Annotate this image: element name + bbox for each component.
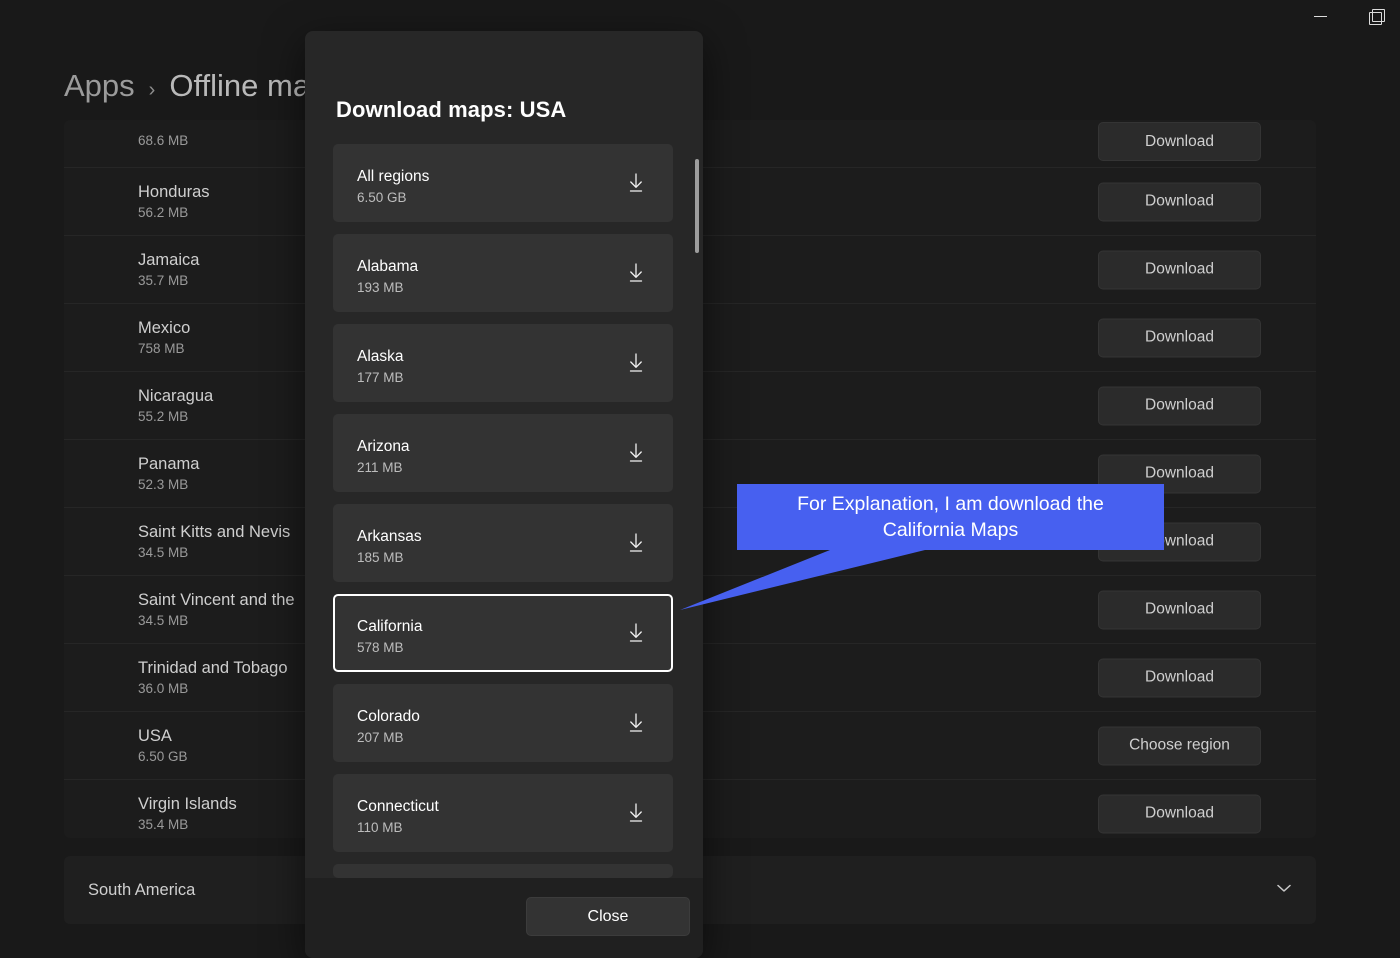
chevron-down-icon[interactable] (1274, 878, 1294, 903)
region-size-label: 6.50 GB (357, 190, 407, 205)
breadcrumb-root[interactable]: Apps (64, 68, 135, 104)
row-size-label: 55.2 MB (138, 408, 189, 424)
dialog-title: Download maps: USA (336, 97, 567, 122)
download-button[interactable]: Download (1098, 794, 1261, 833)
region-name: Alaska (357, 348, 404, 365)
region-size-label: 185 MB (357, 550, 404, 565)
restore-icon (1369, 9, 1385, 25)
download-button[interactable]: Download (1098, 386, 1261, 425)
row-size-label: 36.0 MB (138, 680, 189, 696)
download-button[interactable]: Download (1098, 318, 1261, 357)
region-size-label: 578 MB (357, 640, 404, 655)
download-button[interactable]: Download (1098, 250, 1261, 289)
minimize-button[interactable] (1297, 0, 1343, 32)
list-item[interactable]: Connecticut 110 MB (333, 774, 673, 852)
restore-button[interactable] (1353, 0, 1399, 32)
region-name: Colorado (357, 708, 420, 725)
download-icon[interactable] (625, 172, 647, 194)
chevron-right-icon: › (148, 79, 156, 101)
download-icon[interactable] (625, 442, 647, 464)
row-size-label: 758 MB (138, 340, 185, 356)
region-size-label: 207 MB (357, 730, 404, 745)
list-item[interactable]: Alabama 193 MB (333, 234, 673, 312)
row-region-name: Honduras (138, 182, 210, 201)
download-maps-dialog: Download maps: USA All regions 6.50 GB Ala… (305, 31, 703, 958)
row-size-label: 35.4 MB (138, 816, 189, 832)
row-text: Saint Vincent and the 34.5 MB (138, 590, 295, 630)
download-button[interactable]: Download (1098, 182, 1261, 221)
row-region-name: Nicaragua (138, 386, 214, 405)
scrollbar-thumb[interactable] (695, 159, 699, 253)
region-name: All regions (357, 168, 430, 185)
row-region-name: Mexico (138, 318, 191, 337)
row-region-name: USA (138, 726, 172, 745)
row-region-name: Jamaica (138, 250, 200, 269)
row-size-label: 56.2 MB (138, 204, 189, 220)
dialog-footer: Close (305, 878, 703, 958)
download-button[interactable]: Download (1098, 658, 1261, 697)
list-item-partial[interactable] (333, 864, 673, 878)
region-list-scrollbar[interactable] (693, 144, 699, 874)
row-text: Nicaragua 55.2 MB (138, 386, 213, 426)
row-text: Honduras 56.2 MB (138, 182, 210, 222)
choose-region-button[interactable]: Choose region (1098, 726, 1261, 765)
region-size-label: 110 MB (357, 820, 403, 835)
continent-label: South America (88, 880, 196, 899)
region-name: Connecticut (357, 798, 439, 815)
row-size-label: 34.5 MB (138, 544, 189, 560)
download-button[interactable]: Download (1098, 522, 1261, 561)
region-name: California (357, 618, 423, 635)
row-region-name: Panama (138, 454, 200, 473)
row-text: Virgin Islands 35.4 MB (138, 794, 237, 834)
download-icon[interactable] (625, 532, 647, 554)
app-window: Apps › Offline maps 68.6 MB Download Hondu… (0, 0, 1400, 958)
row-text: Mexico 758 MB (138, 318, 190, 358)
row-text: Jamaica 35.7 MB (138, 250, 199, 290)
row-text: 68.6 MB (138, 130, 188, 150)
row-region-name: Trinidad and Tobago (138, 658, 288, 677)
download-icon[interactable] (625, 262, 647, 284)
download-button[interactable]: Download (1098, 454, 1261, 493)
list-item[interactable]: Arkansas 185 MB (333, 504, 673, 582)
download-icon[interactable] (625, 802, 647, 824)
list-item[interactable]: Arizona 211 MB (333, 414, 673, 492)
list-item[interactable]: All regions 6.50 GB (333, 144, 673, 222)
region-name: Alabama (357, 258, 419, 275)
row-size-label: 35.7 MB (138, 272, 189, 288)
list-item[interactable]: Colorado 207 MB (333, 684, 673, 762)
download-icon[interactable] (625, 712, 647, 734)
row-text: Saint Kitts and Nevis 34.5 MB (138, 522, 290, 562)
row-size-label: 6.50 GB (138, 748, 188, 764)
list-item[interactable]: California 578 MB (333, 594, 673, 672)
row-size-label: 52.3 MB (138, 476, 189, 492)
download-icon[interactable] (625, 622, 647, 644)
region-name: Arkansas (357, 528, 422, 545)
region-size-label: 193 MB (357, 280, 404, 295)
row-region-name: Virgin Islands (138, 794, 237, 813)
list-item[interactable]: Alaska 177 MB (333, 324, 673, 402)
breadcrumb: Apps › Offline maps (64, 68, 343, 104)
row-text: Panama 52.3 MB (138, 454, 199, 494)
row-size-label: 68.6 MB (138, 133, 189, 148)
download-button[interactable]: Download (1098, 122, 1261, 161)
download-button[interactable]: Download (1098, 590, 1261, 629)
download-icon[interactable] (625, 352, 647, 374)
minimize-icon (1313, 15, 1327, 17)
row-text: Trinidad and Tobago 36.0 MB (138, 658, 288, 698)
close-button[interactable]: Close (526, 897, 690, 936)
row-size-label: 34.5 MB (138, 612, 189, 628)
region-list: All regions 6.50 GB Alabama 193 MB Alaska 177… (305, 144, 703, 909)
title-bar (0, 0, 1400, 32)
region-size-label: 211 MB (357, 460, 403, 475)
row-text: USA 6.50 GB (138, 726, 188, 766)
row-region-name: Saint Kitts and Nevis (138, 522, 291, 541)
region-name: Arizona (357, 438, 410, 455)
row-region-name: Saint Vincent and the (138, 590, 295, 609)
region-size-label: 177 MB (357, 370, 404, 385)
